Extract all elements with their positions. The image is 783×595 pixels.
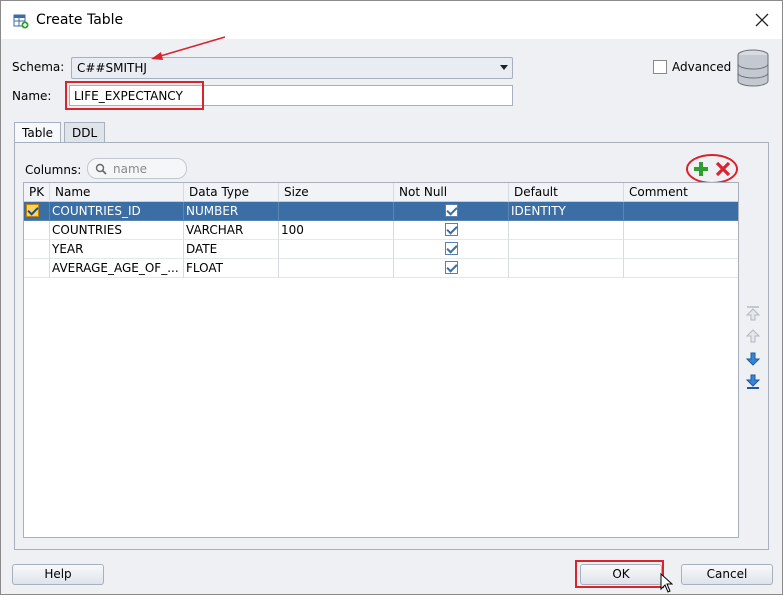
column-search-input[interactable]: name	[87, 158, 187, 179]
not-null-checkbox[interactable]	[444, 204, 458, 217]
header-pk[interactable]: PK	[24, 183, 50, 202]
comment-cell[interactable]	[624, 240, 738, 259]
dialog-title: Create Table	[36, 12, 124, 28]
header-not-null[interactable]: Not Null	[394, 183, 509, 202]
database-icon	[736, 49, 770, 92]
header-size[interactable]: Size	[279, 183, 394, 202]
move-down-icon[interactable]	[745, 351, 761, 370]
size-cell[interactable]	[279, 240, 394, 259]
type-cell[interactable]: DATE	[184, 240, 279, 259]
default-cell[interactable]: IDENTITY	[509, 202, 624, 221]
table-icon	[13, 13, 29, 29]
columns-toolbar: Columns: name	[20, 156, 736, 182]
annotation-arrow	[151, 36, 226, 60]
header-name[interactable]: Name	[50, 183, 184, 202]
type-cell[interactable]: NUMBER	[184, 202, 279, 221]
size-cell[interactable]: 100	[279, 221, 394, 240]
cancel-button[interactable]: Cancel	[681, 564, 773, 585]
not-null-checkbox[interactable]	[444, 261, 458, 274]
name-cell[interactable]: COUNTRIES_ID	[50, 202, 184, 221]
name-cell[interactable]: COUNTRIES	[50, 221, 184, 240]
tab-ddl[interactable]: DDL	[64, 122, 106, 143]
not-null-cell[interactable]	[394, 202, 509, 221]
header-data-type[interactable]: Data Type	[184, 183, 279, 202]
table-row[interactable]: COUNTRIES VARCHAR 100	[24, 221, 738, 240]
title-bar: Create Table	[1, 1, 782, 39]
columns-label: Columns:	[25, 163, 82, 177]
mouse-cursor-icon	[660, 573, 673, 593]
type-cell[interactable]: VARCHAR	[184, 221, 279, 240]
table-panel: Columns: name PK Name Data Type Size Not…	[14, 142, 769, 550]
grid-header: PK Name Data Type Size Not Null Default …	[24, 183, 738, 202]
not-null-checkbox[interactable]	[444, 242, 458, 255]
schema-value: C##SMITHJ	[77, 61, 147, 75]
pk-cell[interactable]	[24, 202, 50, 221]
name-label: Name:	[12, 89, 52, 103]
schema-label: Schema:	[12, 60, 65, 74]
table-row[interactable]: AVERAGE_AGE_OF_... FLOAT	[24, 259, 738, 278]
chevron-down-icon	[500, 65, 508, 70]
comment-cell[interactable]	[624, 221, 738, 240]
pk-checkbox[interactable]	[26, 204, 39, 217]
move-up-icon[interactable]	[745, 328, 761, 347]
pk-cell[interactable]	[24, 259, 50, 278]
name-cell[interactable]: YEAR	[50, 240, 184, 259]
search-icon	[95, 163, 107, 178]
default-cell[interactable]	[509, 221, 624, 240]
advanced-label[interactable]: Advanced	[672, 60, 731, 74]
schema-select[interactable]: C##SMITHJ	[71, 57, 513, 79]
add-remove-highlight	[686, 154, 738, 184]
ok-highlight-box	[575, 560, 664, 588]
not-null-cell[interactable]	[394, 259, 509, 278]
columns-grid: PK Name Data Type Size Not Null Default …	[23, 182, 739, 538]
search-placeholder: name	[113, 162, 148, 176]
header-comment[interactable]: Comment	[624, 183, 738, 202]
default-cell[interactable]	[509, 259, 624, 278]
help-button[interactable]: Help	[12, 564, 104, 585]
move-top-icon[interactable]	[745, 305, 761, 324]
not-null-cell[interactable]	[394, 240, 509, 259]
type-cell[interactable]: FLOAT	[184, 259, 279, 278]
table-row[interactable]: COUNTRIES_ID NUMBER IDENTITY	[24, 202, 738, 221]
name-cell[interactable]: AVERAGE_AGE_OF_...	[50, 259, 184, 278]
comment-cell[interactable]	[624, 202, 738, 221]
advanced-checkbox[interactable]	[653, 60, 667, 74]
close-icon[interactable]	[749, 7, 775, 33]
pk-cell[interactable]	[24, 240, 50, 259]
comment-cell[interactable]	[624, 259, 738, 278]
default-cell[interactable]	[509, 240, 624, 259]
header-default[interactable]: Default	[509, 183, 624, 202]
size-cell[interactable]	[279, 259, 394, 278]
size-cell[interactable]	[279, 202, 394, 221]
move-bottom-icon[interactable]	[745, 374, 761, 393]
table-row[interactable]: YEAR DATE	[24, 240, 738, 259]
pk-cell[interactable]	[24, 221, 50, 240]
create-table-dialog: Create Table Schema: C##SMITHJ Name: LIF…	[0, 0, 783, 595]
tab-table[interactable]: Table	[14, 122, 62, 143]
not-null-checkbox[interactable]	[444, 223, 458, 236]
name-highlight-box	[65, 81, 204, 110]
not-null-cell[interactable]	[394, 221, 509, 240]
